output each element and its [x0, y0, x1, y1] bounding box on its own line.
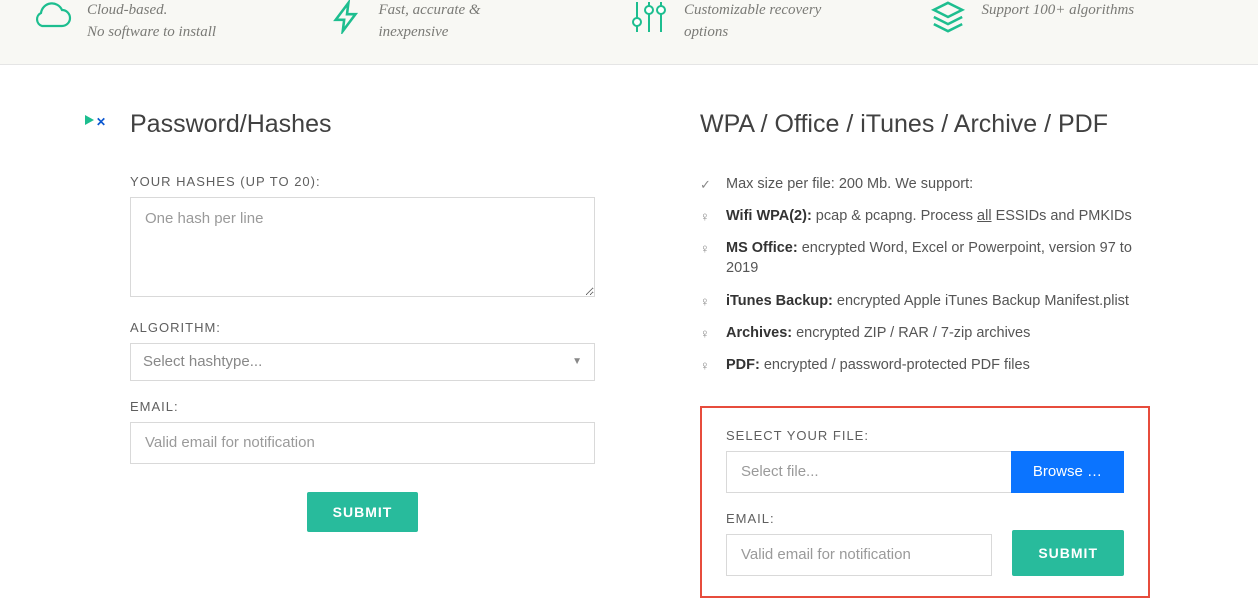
bulb-icon: ♀ [700, 208, 714, 226]
hashes-label: YOUR HASHES (UP TO 20): [130, 174, 595, 189]
browse-button[interactable]: Browse … [1011, 451, 1124, 493]
algorithm-placeholder: Select hashtype... [143, 353, 262, 370]
feature-cloud: Cloud-based. No software to install [30, 0, 330, 44]
feature-text: Support 100+ algorithms [982, 2, 1135, 18]
submit-button[interactable]: SUBMIT [307, 492, 419, 532]
support-intro: Max size per file: 200 Mb. We support: [726, 174, 973, 194]
bulb-icon: ♀ [700, 325, 714, 343]
list-item: ♀iTunes Backup: encrypted Apple iTunes B… [700, 291, 1150, 311]
list-item: ♀Wifi WPA(2): pcap & pcapng. Process all… [700, 206, 1150, 226]
feature-text: Customizable recovery [684, 2, 821, 18]
bulb-icon: ♀ [700, 240, 714, 258]
ad-badge: ✕ [85, 110, 110, 598]
layers-icon [929, 0, 967, 39]
file-email-field[interactable] [726, 534, 992, 576]
support-label: Wifi WPA(2): [726, 208, 812, 224]
algorithm-label: ALGORITHM: [130, 320, 595, 335]
file-input[interactable]: Select file... [726, 451, 1011, 493]
email-field[interactable] [130, 422, 595, 464]
email-label: EMAIL: [130, 399, 595, 414]
feature-custom: Customizable recovery options [629, 0, 929, 44]
bulb-icon: ♀ [700, 293, 714, 311]
main-content: ✕ Password/Hashes YOUR HASHES (UP TO 20)… [0, 65, 1258, 598]
features-bar: Cloud-based. No software to install Fast,… [0, 0, 1258, 65]
feature-text: Cloud-based. [87, 2, 167, 18]
file-heading: WPA / Office / iTunes / Archive / PDF [700, 110, 1150, 139]
check-icon: ✓ [700, 176, 714, 194]
cloud-icon [30, 0, 72, 37]
file-submit-button[interactable]: SUBMIT [1012, 530, 1124, 576]
hashes-input[interactable] [130, 197, 595, 297]
feature-algos: Support 100+ algorithms [929, 0, 1229, 44]
bolt-icon [330, 0, 364, 39]
list-item: ♀Archives: encrypted ZIP / RAR / 7-zip a… [700, 323, 1150, 343]
feature-text: No software to install [87, 24, 216, 40]
list-item: ♀MS Office: encrypted Word, Excel or Pow… [700, 238, 1150, 279]
adchoices-icon[interactable] [85, 115, 94, 125]
feature-fast: Fast, accurate & inexpensive [330, 0, 630, 44]
support-list: ✓Max size per file: 200 Mb. We support: … [700, 174, 1150, 376]
list-item: ✓ Max size per file: 200 Mb. We support: [700, 174, 1150, 194]
feature-text: inexpensive [379, 24, 449, 40]
list-item: ♀PDF: encrypted / password-protected PDF… [700, 355, 1150, 375]
feature-text: options [684, 24, 728, 40]
support-label: PDF: [726, 357, 760, 373]
algorithm-select[interactable]: Select hashtype... ▼ [130, 343, 595, 381]
support-label: Archives: [726, 325, 792, 341]
file-label: SELECT YOUR FILE: [726, 428, 1124, 443]
file-email-label: EMAIL: [726, 511, 992, 526]
close-ad-icon[interactable]: ✕ [96, 115, 106, 129]
feature-text: Fast, accurate & [379, 2, 481, 18]
bulb-icon: ♀ [700, 357, 714, 375]
hashes-panel: Password/Hashes YOUR HASHES (UP TO 20): … [130, 110, 595, 598]
file-upload-box: SELECT YOUR FILE: Select file... Browse … [700, 406, 1150, 598]
hashes-heading: Password/Hashes [130, 110, 595, 139]
support-label: MS Office: [726, 240, 798, 256]
file-placeholder: Select file... [741, 463, 819, 480]
support-label: iTunes Backup: [726, 293, 833, 309]
file-panel: WPA / Office / iTunes / Archive / PDF ✓ M… [700, 110, 1150, 598]
sliders-icon [629, 0, 669, 39]
chevron-down-icon: ▼ [572, 356, 582, 367]
